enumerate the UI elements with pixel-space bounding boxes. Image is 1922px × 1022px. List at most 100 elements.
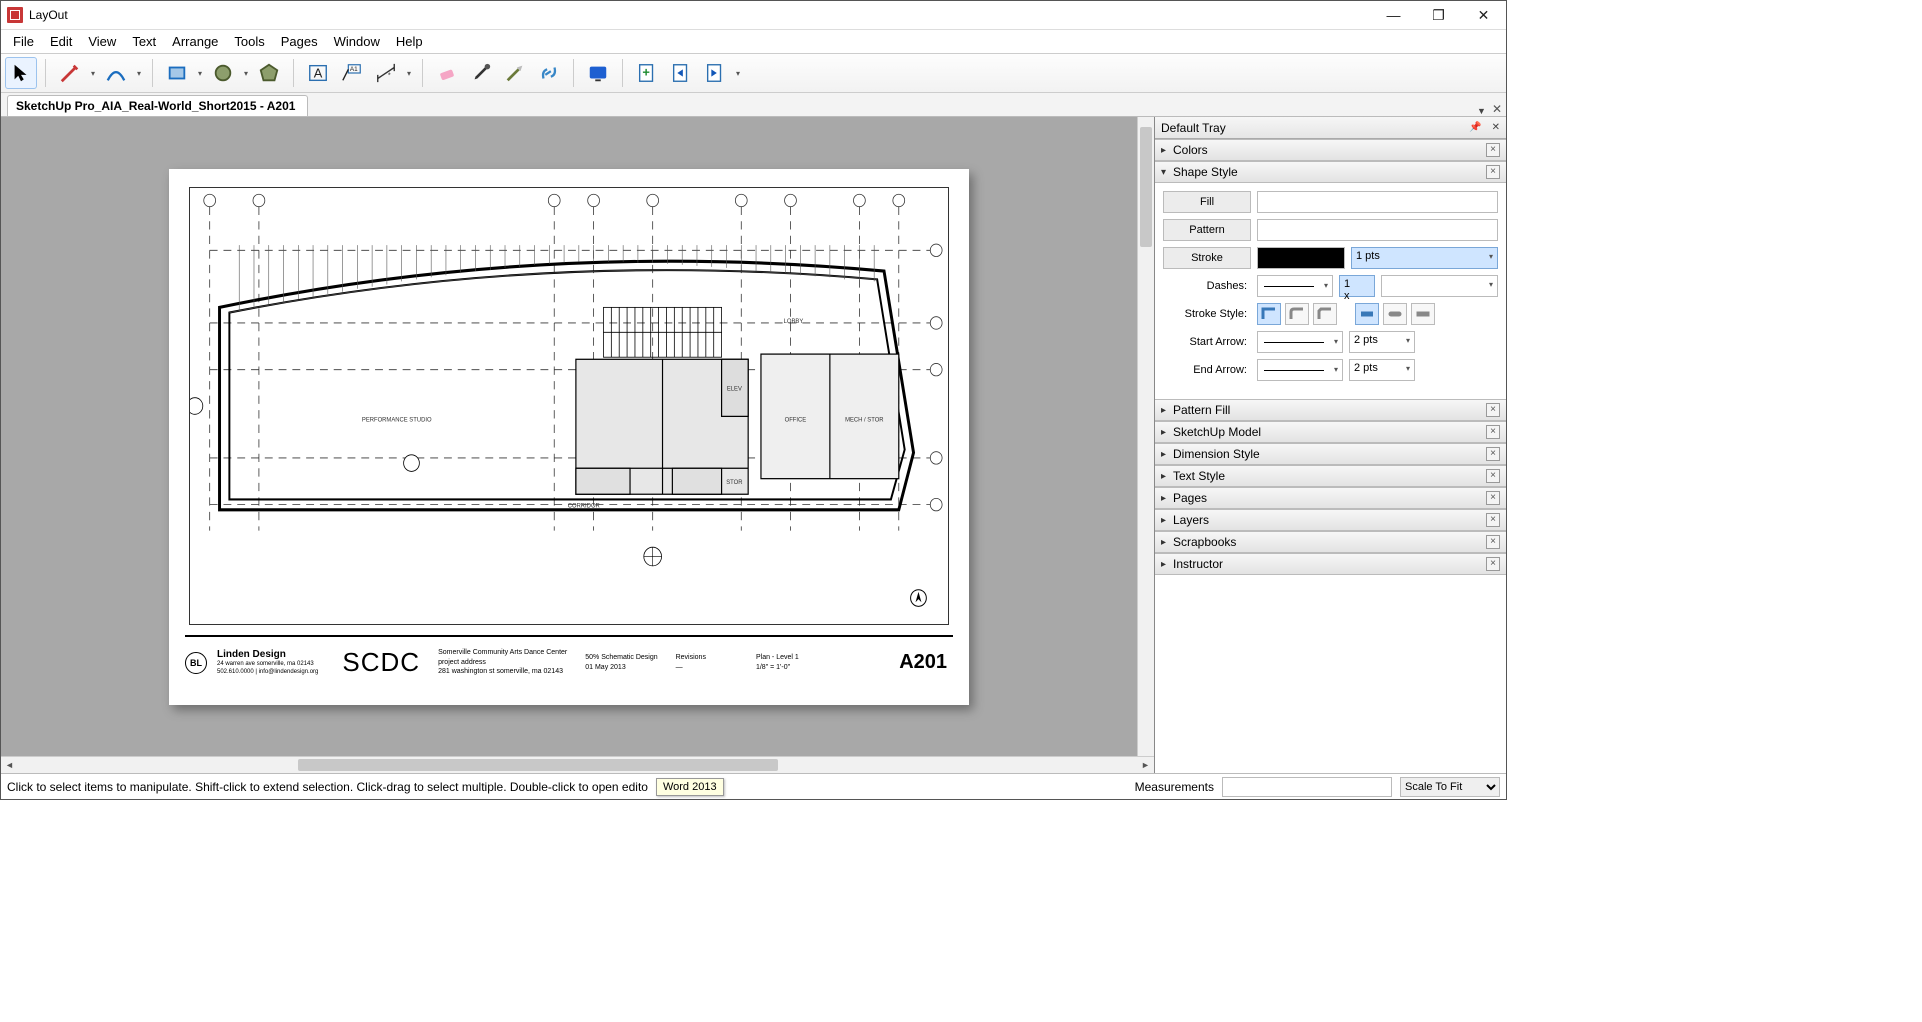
label-office: OFFICE bbox=[785, 417, 807, 423]
dashes-scale-dropdown[interactable]: ▾ bbox=[1381, 275, 1498, 297]
horizontal-scrollbar[interactable]: ◄ ► bbox=[1, 756, 1154, 773]
project-addr1: project address bbox=[438, 658, 567, 668]
stroke-width-input[interactable]: 1 pts▾ bbox=[1351, 247, 1498, 269]
floor-plan: PERFORMANCE STUDIO CORRIDOR LOBBY OFFICE… bbox=[189, 187, 949, 625]
cap-round[interactable] bbox=[1383, 303, 1407, 325]
fill-swatch[interactable] bbox=[1257, 191, 1498, 213]
workspace: PERFORMANCE STUDIO CORRIDOR LOBBY OFFICE… bbox=[1, 117, 1506, 773]
panel-pattern-fill[interactable]: ▸Pattern Fill× bbox=[1155, 399, 1506, 421]
fill-toggle[interactable]: Fill bbox=[1163, 191, 1251, 213]
statusbar: Click to select items to manipulate. Shi… bbox=[1, 773, 1506, 799]
menu-arrange[interactable]: Arrange bbox=[164, 32, 226, 51]
arc-tool[interactable]: ▾ bbox=[100, 57, 132, 89]
eraser-tool[interactable] bbox=[431, 57, 463, 89]
dimension-tool[interactable]: *▾ bbox=[370, 57, 402, 89]
tray-title[interactable]: Default Tray 📌 ✕ bbox=[1155, 117, 1506, 139]
default-tray: Default Tray 📌 ✕ ▸Colors× ▾Shape Style× … bbox=[1154, 117, 1506, 773]
label-tool[interactable]: A1 bbox=[336, 57, 368, 89]
panel-text-style[interactable]: ▸Text Style× bbox=[1155, 465, 1506, 487]
tray-close-icon[interactable]: ✕ bbox=[1492, 122, 1500, 133]
dashes-scale-input[interactable]: 1 x bbox=[1339, 275, 1375, 297]
stroke-style-label: Stroke Style: bbox=[1163, 308, 1251, 320]
start-arrow-label: Start Arrow: bbox=[1163, 336, 1251, 348]
menu-pages[interactable]: Pages bbox=[273, 32, 326, 51]
panel-colors[interactable]: ▸Colors× bbox=[1155, 139, 1506, 161]
add-page-button[interactable]: + bbox=[631, 57, 663, 89]
start-arrow-size[interactable]: 2 pts▾ bbox=[1349, 331, 1415, 353]
end-arrow-label: End Arrow: bbox=[1163, 364, 1251, 376]
minimize-button[interactable]: — bbox=[1371, 1, 1416, 29]
status-hint: Click to select items to manipulate. Shi… bbox=[7, 780, 648, 794]
menu-tools[interactable]: Tools bbox=[226, 32, 272, 51]
menu-edit[interactable]: Edit bbox=[42, 32, 80, 51]
panel-close-icon[interactable]: × bbox=[1486, 143, 1500, 157]
document-tabstrip: SketchUp Pro_AIA_Real-World_Short2015 - … bbox=[1, 93, 1506, 117]
close-button[interactable]: ✕ bbox=[1461, 1, 1506, 29]
corner-round[interactable] bbox=[1285, 303, 1309, 325]
split-tool[interactable] bbox=[499, 57, 531, 89]
circle-tool[interactable]: ▾ bbox=[207, 57, 239, 89]
panel-layers[interactable]: ▸Layers× bbox=[1155, 509, 1506, 531]
corner-miter[interactable] bbox=[1257, 303, 1281, 325]
revisions: Revisions bbox=[676, 653, 706, 663]
cap-flat[interactable] bbox=[1355, 303, 1379, 325]
canvas-viewport[interactable]: PERFORMANCE STUDIO CORRIDOR LOBBY OFFICE… bbox=[1, 117, 1154, 756]
zoom-select[interactable]: Scale To Fit bbox=[1400, 777, 1500, 797]
panel-scrapbooks[interactable]: ▸Scrapbooks× bbox=[1155, 531, 1506, 553]
line-tool[interactable]: ▾ bbox=[54, 57, 86, 89]
corner-bevel[interactable] bbox=[1313, 303, 1337, 325]
menu-help[interactable]: Help bbox=[388, 32, 431, 51]
end-arrow-size[interactable]: 2 pts▾ bbox=[1349, 359, 1415, 381]
join-tool[interactable] bbox=[533, 57, 565, 89]
svg-text:A1: A1 bbox=[350, 66, 358, 73]
presentation-tool[interactable] bbox=[582, 57, 614, 89]
tab-list-dropdown[interactable]: ▼ bbox=[1471, 106, 1492, 116]
start-arrow-select[interactable]: ▾ bbox=[1257, 331, 1343, 353]
menu-text[interactable]: Text bbox=[124, 32, 164, 51]
toolbar: ▾ ▾ ▾ ▾ A A1 *▾ + ▾ bbox=[1, 53, 1506, 93]
drawing-page[interactable]: PERFORMANCE STUDIO CORRIDOR LOBBY OFFICE… bbox=[169, 169, 969, 705]
menu-view[interactable]: View bbox=[80, 32, 124, 51]
menubar: File Edit View Text Arrange Tools Pages … bbox=[1, 29, 1506, 53]
measurements-input[interactable] bbox=[1222, 777, 1392, 797]
firm-name: Linden Design bbox=[217, 649, 318, 661]
panel-instructor[interactable]: ▸Instructor× bbox=[1155, 553, 1506, 575]
panel-close-icon[interactable]: × bbox=[1486, 165, 1500, 179]
end-arrow-select[interactable]: ▾ bbox=[1257, 359, 1343, 381]
stroke-toggle[interactable]: Stroke bbox=[1163, 247, 1251, 269]
tray-title-label: Default Tray bbox=[1161, 121, 1226, 135]
panel-dimension-style[interactable]: ▸Dimension Style× bbox=[1155, 443, 1506, 465]
rectangle-tool[interactable]: ▾ bbox=[161, 57, 193, 89]
panel-pages[interactable]: ▸Pages× bbox=[1155, 487, 1506, 509]
sheet-title: Plan - Level 1 bbox=[756, 653, 799, 663]
next-page-button[interactable]: ▾ bbox=[699, 57, 731, 89]
stroke-swatch[interactable] bbox=[1257, 247, 1345, 269]
select-tool[interactable] bbox=[5, 57, 37, 89]
issue: 50% Schematic Design bbox=[585, 653, 657, 663]
canvas-area: PERFORMANCE STUDIO CORRIDOR LOBBY OFFICE… bbox=[1, 117, 1154, 773]
svg-text:+: + bbox=[642, 65, 650, 80]
label-stor: STOR bbox=[726, 479, 743, 485]
project-abbrev: SCDC bbox=[342, 647, 420, 678]
document-tab[interactable]: SketchUp Pro_AIA_Real-World_Short2015 - … bbox=[7, 95, 308, 116]
cap-square[interactable] bbox=[1411, 303, 1435, 325]
text-tool[interactable]: A bbox=[302, 57, 334, 89]
document-tab-label: SketchUp Pro_AIA_Real-World_Short2015 - … bbox=[16, 99, 295, 113]
title-block: BL Linden Design 24 warren ave somervill… bbox=[185, 635, 953, 689]
pattern-swatch[interactable] bbox=[1257, 219, 1498, 241]
menu-file[interactable]: File bbox=[5, 32, 42, 51]
style-eyedropper-tool[interactable] bbox=[465, 57, 497, 89]
pattern-toggle[interactable]: Pattern bbox=[1163, 219, 1251, 241]
maximize-button[interactable]: ❐ bbox=[1416, 1, 1461, 29]
document-tab-close[interactable]: ✕ bbox=[1492, 102, 1506, 116]
measurements-label: Measurements bbox=[1135, 780, 1214, 794]
polygon-tool[interactable] bbox=[253, 57, 285, 89]
pin-icon[interactable]: 📌 bbox=[1469, 122, 1481, 133]
previous-page-button[interactable] bbox=[665, 57, 697, 89]
vertical-scrollbar[interactable] bbox=[1137, 117, 1154, 756]
dashes-select[interactable]: ▾ bbox=[1257, 275, 1333, 297]
menu-window[interactable]: Window bbox=[326, 32, 388, 51]
project-name: Somerville Community Arts Dance Center bbox=[438, 648, 567, 658]
panel-shape-style[interactable]: ▾Shape Style× bbox=[1155, 161, 1506, 183]
panel-sketchup-model[interactable]: ▸SketchUp Model× bbox=[1155, 421, 1506, 443]
